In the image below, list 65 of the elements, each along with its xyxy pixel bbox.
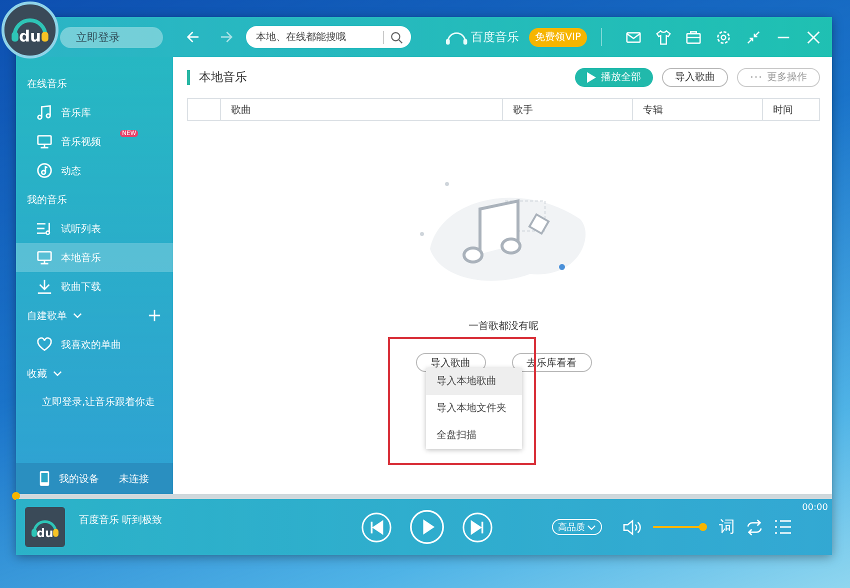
play-all-button[interactable]: 播放全部	[575, 68, 653, 86]
previous-icon[interactable]	[361, 512, 392, 542]
album-cover-icon: du	[25, 507, 65, 547]
ellipsis-icon	[750, 75, 762, 79]
monitor-icon	[36, 249, 53, 266]
settings-icon[interactable]	[715, 28, 732, 46]
elapsed-time: 00:00	[802, 503, 828, 513]
search-field[interactable]: 本地、在线都能搜哦	[246, 26, 412, 48]
download-icon	[36, 278, 53, 295]
next-icon[interactable]	[462, 512, 494, 542]
chevron-down-icon[interactable]	[72, 310, 83, 321]
progress-thumb[interactable]	[12, 492, 20, 500]
play-icon[interactable]	[409, 509, 446, 545]
chevron-down-icon	[587, 522, 596, 532]
import-button[interactable]: 导入歌曲	[662, 68, 728, 86]
sidebar-item[interactable]: 动态	[16, 156, 173, 185]
device-status: 未连接	[119, 472, 149, 486]
section-title[interactable]: 自建歌单	[27, 308, 67, 322]
search-icon[interactable]	[390, 30, 404, 44]
section-title: 在线音乐	[27, 78, 67, 90]
speaker-icon[interactable]	[622, 518, 643, 536]
monitor-icon	[36, 133, 53, 150]
section-title: 我的音乐	[27, 194, 67, 206]
briefcase-icon[interactable]	[685, 28, 702, 46]
sidebar-item[interactable]: 本地音乐	[16, 243, 173, 272]
plus-icon[interactable]	[148, 309, 161, 322]
more-button[interactable]: 更多操作	[737, 68, 820, 86]
music-note-icon	[36, 104, 53, 121]
heart-icon	[36, 336, 53, 353]
lyrics-toggle[interactable]: 词	[719, 516, 735, 538]
section-title[interactable]: 收藏	[27, 366, 47, 380]
sidebar-item[interactable]: 试听列表	[16, 214, 173, 243]
forward-arrow-icon[interactable]	[218, 29, 234, 45]
brand-name: 百度音乐	[471, 28, 520, 46]
playlist-icon[interactable]	[774, 519, 792, 535]
play-icon	[587, 72, 596, 82]
page-title: 本地音乐	[187, 70, 247, 84]
shrink-icon[interactable]	[745, 28, 762, 46]
login-hint[interactable]: 立即登录,让音乐跟着你走	[16, 388, 173, 417]
playlist-icon	[36, 220, 53, 237]
disc-icon	[36, 162, 53, 179]
repeat-icon[interactable]	[745, 518, 764, 536]
column-header[interactable]: 时间	[773, 102, 793, 116]
sidebar-item[interactable]: 歌曲下载	[16, 272, 173, 301]
empty-message: 一首歌都没有呢	[468, 320, 538, 333]
track-title: 百度音乐 听到极致	[79, 514, 162, 527]
column-header[interactable]: 专辑	[643, 102, 663, 116]
sidebar-item[interactable]: 音乐库	[16, 98, 173, 127]
quality-dropdown[interactable]: 高品质	[552, 519, 602, 535]
tshirt-icon[interactable]	[655, 28, 672, 46]
menu-item[interactable]: 导入本地文件夹	[426, 395, 522, 422]
sidebar-item[interactable]: 我喜欢的单曲	[16, 330, 173, 359]
device-label: 我的设备	[59, 472, 99, 486]
login-button[interactable]: 立即登录	[60, 26, 164, 48]
column-header[interactable]: 歌曲	[231, 102, 251, 116]
chevron-down-icon[interactable]	[52, 368, 63, 379]
menu-item[interactable]: 导入本地歌曲	[426, 368, 522, 395]
back-arrow-icon[interactable]	[185, 29, 201, 45]
volume-thumb[interactable]	[699, 523, 707, 531]
menu-item[interactable]: 全盘扫描	[426, 422, 522, 449]
device-bar[interactable]: 我的设备 未连接	[16, 463, 173, 494]
column-header[interactable]: 歌手	[513, 102, 533, 116]
vip-badge[interactable]: 免费领VIP	[529, 28, 588, 46]
close-icon[interactable]	[805, 28, 822, 46]
phone-icon	[38, 470, 51, 487]
